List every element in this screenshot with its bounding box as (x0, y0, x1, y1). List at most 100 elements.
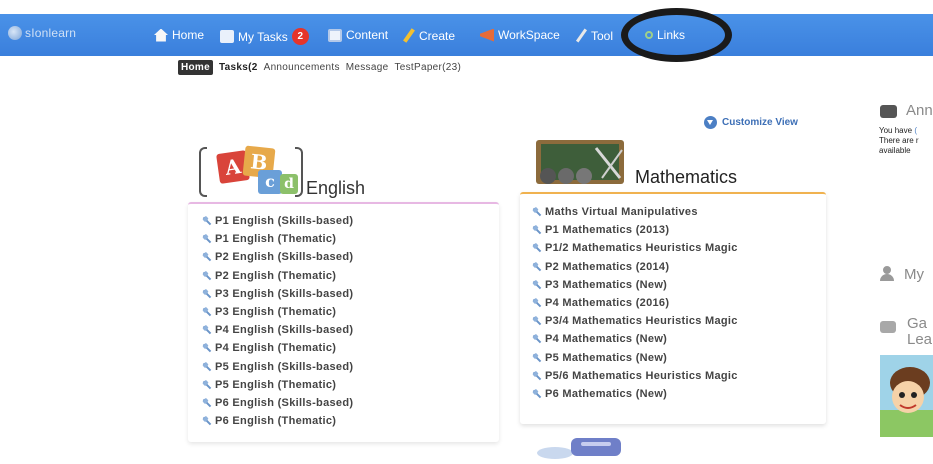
game-icon (880, 321, 896, 333)
partial-logo-image[interactable] (533, 436, 627, 460)
cartoon-character-image[interactable] (880, 355, 933, 437)
cartoon-eye-right (911, 392, 917, 398)
nav-workspace-label: WorkSpace (498, 28, 560, 42)
english-item-label: P6 English (Skills-based) (215, 396, 354, 409)
list-item[interactable]: P1 English (Skills-based) (202, 212, 353, 230)
list-item[interactable]: P1 English (Thematic) (202, 230, 353, 248)
globe-icon (8, 26, 22, 40)
nav-my-tasks[interactable]: My Tasks 2 (220, 28, 309, 45)
cartoon-grass (880, 410, 933, 437)
mathematics-title[interactable]: Mathematics (635, 167, 737, 188)
wrench-icon (202, 234, 212, 244)
wrench-icon (202, 271, 212, 281)
nav-tool[interactable]: Tool (575, 28, 613, 43)
list-item[interactable]: Maths Virtual Manipulatives (532, 203, 738, 221)
list-item[interactable]: P5 Mathematics (New) (532, 349, 738, 367)
english-item-label: P5 English (Skills-based) (215, 360, 354, 373)
list-item[interactable]: P4 English (Thematic) (202, 339, 353, 357)
list-item[interactable]: P2 Mathematics (2014) (532, 258, 738, 276)
english-item-label: P1 English (Thematic) (215, 233, 337, 246)
announcements-line-2: There are r (879, 136, 919, 145)
nav-home[interactable]: Home (154, 28, 204, 42)
wrench-icon (532, 262, 542, 272)
games-heading[interactable]: Ga Lea (880, 316, 932, 348)
logo-shape-right (571, 438, 621, 456)
english-item-label: P2 English (Thematic) (215, 269, 337, 282)
list-item[interactable]: P4 English (Skills-based) (202, 321, 353, 339)
list-item[interactable]: P6 Mathematics (New) (532, 385, 738, 403)
list-item[interactable]: P1 Mathematics (2013) (532, 221, 738, 239)
nav-workspace[interactable]: WorkSpace (480, 28, 560, 42)
list-item[interactable]: P5/6 Mathematics Heuristics Magic (532, 367, 738, 385)
announcements-heading-label: Ann (906, 102, 933, 119)
list-item[interactable]: P6 English (Skills-based) (202, 394, 353, 412)
wrench-icon (532, 389, 542, 399)
wrench-icon (532, 334, 542, 344)
list-item[interactable]: P3 English (Skills-based) (202, 285, 353, 303)
math-ball-1 (540, 168, 556, 184)
tab-message[interactable]: Message (346, 62, 389, 73)
abc-block-c: c (258, 170, 282, 194)
wrench-icon (202, 343, 212, 353)
tab-testpaper[interactable]: TestPaper(23) (394, 62, 461, 73)
app-logo[interactable]: sIonlearn (8, 26, 76, 40)
chat-icon (880, 105, 897, 118)
wrench-icon (532, 316, 542, 326)
user-icon (880, 266, 894, 281)
games-heading-line-1: Ga (907, 315, 928, 332)
content-icon (328, 28, 342, 42)
list-item[interactable]: P3/4 Mathematics Heuristics Magic (532, 312, 738, 330)
wrench-icon (202, 307, 212, 317)
nav-home-label: Home (172, 28, 205, 42)
math-item-label: P4 Mathematics (New) (545, 333, 668, 346)
list-item[interactable]: P6 English (Thematic) (202, 412, 353, 430)
mathematics-list: Maths Virtual Manipulatives P1 Mathemati… (532, 203, 738, 403)
tab-announcements[interactable]: Announcements (264, 62, 340, 73)
list-item[interactable]: P5 English (Thematic) (202, 376, 353, 394)
announcements-line-3: available (879, 146, 911, 155)
tab-tasks[interactable]: Tasks(2 (219, 62, 258, 73)
tab-home[interactable]: Home (178, 60, 213, 75)
math-item-label: P4 Mathematics (2016) (545, 297, 670, 310)
wrench-icon (532, 243, 542, 253)
math-ball-2 (558, 168, 574, 184)
math-item-label: P5/6 Mathematics Heuristics Magic (545, 369, 738, 382)
nav-content-label: Content (346, 28, 389, 42)
list-item[interactable]: P1/2 Mathematics Heuristics Magic (532, 239, 738, 257)
nav-content[interactable]: Content (328, 28, 388, 42)
nav-create[interactable]: Create (403, 28, 455, 43)
english-title[interactable]: English (306, 178, 365, 199)
sub-tabs: Home Tasks(2 Announcements Message TestP… (178, 60, 467, 75)
customize-view-link[interactable]: Customize View (704, 116, 798, 129)
list-item[interactable]: P4 Mathematics (2016) (532, 294, 738, 312)
announcements-heading[interactable]: Ann (880, 102, 933, 119)
wrench-icon (532, 371, 542, 381)
mathematics-icon (536, 140, 624, 184)
abc-block-d: d (280, 174, 298, 194)
my-heading[interactable]: My (880, 266, 924, 283)
list-item[interactable]: P2 English (Skills-based) (202, 248, 353, 266)
logo-stripe (581, 442, 611, 446)
list-item[interactable]: P2 English (Thematic) (202, 267, 353, 285)
announcements-summary: You have ( There are r available (879, 126, 933, 156)
wrench-icon (202, 289, 212, 299)
wrench-icon (202, 252, 212, 262)
list-item[interactable]: P3 Mathematics (New) (532, 276, 738, 294)
english-item-label: P3 English (Thematic) (215, 306, 337, 319)
list-item[interactable]: P4 Mathematics (New) (532, 330, 738, 348)
math-item-label: P3/4 Mathematics Heuristics Magic (545, 315, 738, 328)
highlight-circle (621, 8, 732, 62)
english-list: P1 English (Skills-based) P1 English (Th… (202, 212, 353, 430)
list-item[interactable]: P5 English (Skills-based) (202, 358, 353, 376)
math-ball-3 (576, 168, 592, 184)
nav-my-tasks-label: My Tasks (238, 29, 288, 44)
math-item-label: Maths Virtual Manipulatives (545, 206, 698, 219)
english-item-label: P4 English (Thematic) (215, 342, 337, 355)
games-heading-line-2: Lea (907, 331, 933, 348)
app-logo-text: sIonlearn (25, 26, 77, 40)
math-item-label: P6 Mathematics (New) (545, 387, 668, 400)
announcements-link[interactable]: ( (914, 126, 917, 135)
english-item-label: P3 English (Skills-based) (215, 287, 354, 300)
list-item[interactable]: P3 English (Thematic) (202, 303, 353, 321)
tool-icon (575, 28, 588, 43)
